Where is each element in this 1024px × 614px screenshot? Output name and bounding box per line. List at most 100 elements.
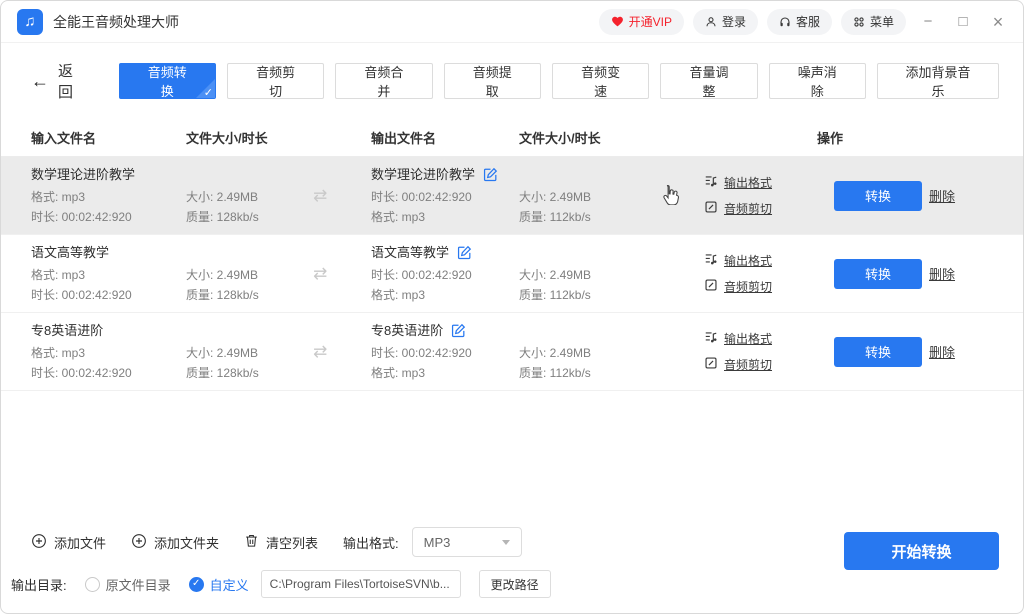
audio-cut-icon [704, 200, 718, 217]
output-file-name: 专8英语进阶 [371, 323, 443, 339]
content-spacer [1, 391, 1023, 523]
output-size-cell: 大小: 2.49MB 质量: 112kb/s [519, 345, 639, 381]
radio-unchecked-icon [85, 577, 100, 592]
output-file-cell: 专8英语进阶 时长: 00:02:42:920 格式: mp3 [371, 323, 519, 381]
output-format-link[interactable]: 输出格式 [704, 174, 772, 191]
table-row[interactable]: 数学理论进阶教学 格式: mp3 时长: 00:02:42:920 大小: 2.… [1, 157, 1023, 235]
delete-link[interactable]: 删除 [929, 189, 955, 204]
input-file-size: 大小: 2.49MB [186, 345, 309, 361]
service-label: 客服 [796, 13, 820, 30]
input-file-name: 专8英语进阶 [31, 323, 186, 339]
open-vip-button[interactable]: 开通VIP [599, 9, 684, 35]
vip-label: 开通VIP [629, 13, 672, 30]
edit-output-name-icon[interactable] [457, 245, 472, 260]
tab-audio-speed[interactable]: 音频变速 [552, 63, 649, 99]
plus-circle-icon [131, 533, 147, 552]
login-label: 登录 [722, 13, 746, 30]
audio-cut-link[interactable]: 音频剪切 [704, 200, 772, 217]
audio-cut-icon [704, 356, 718, 373]
output-format-select[interactable]: MP3 [412, 527, 522, 557]
tab-audio-convert[interactable]: 音频转换 [119, 63, 216, 99]
mouse-cursor-icon [662, 184, 681, 208]
row-operations: 输出格式 音频剪切 [704, 174, 772, 217]
maximize-button[interactable]: □ [950, 9, 976, 35]
table-row[interactable]: 专8英语进阶 格式: mp3 时长: 00:02:42:920 大小: 2.49… [1, 313, 1023, 391]
input-file-format: 格式: mp3 [31, 189, 186, 205]
menu-label: 菜单 [870, 13, 894, 30]
col-header-input-name: 输入文件名 [31, 128, 186, 147]
convert-button[interactable]: 转换 [834, 337, 922, 367]
custom-dir-radio[interactable]: 自定义 [189, 575, 249, 594]
output-format-icon [704, 252, 718, 269]
app-title: 全能王音频处理大师 [53, 12, 179, 32]
minimize-button[interactable]: − [915, 9, 941, 35]
output-file-quality: 质量: 112kb/s [519, 365, 639, 381]
input-file-cell: 数学理论进阶教学 格式: mp3 时长: 00:02:42:920 [31, 167, 186, 225]
output-format-link[interactable]: 输出格式 [704, 330, 772, 347]
chevron-down-icon [502, 540, 510, 545]
app-window: ♫ 全能王音频处理大师 开通VIP 登录 客服 菜单 − □ × [0, 0, 1024, 614]
convert-button[interactable]: 转换 [834, 259, 922, 289]
audio-cut-link[interactable]: 音频剪切 [704, 356, 772, 373]
col-header-actions: 操作 [704, 128, 1023, 147]
output-path-input[interactable] [261, 570, 461, 598]
grid-menu-icon [853, 16, 865, 28]
output-file-duration: 时长: 00:02:42:920 [371, 189, 519, 205]
tab-audio-merge[interactable]: 音频合并 [335, 63, 432, 99]
output-file-duration: 时长: 00:02:42:920 [371, 345, 519, 361]
close-button[interactable]: × [985, 9, 1011, 35]
tab-add-bgm[interactable]: 添加背景音乐 [877, 63, 999, 99]
output-file-size: 大小: 2.49MB [519, 267, 639, 283]
output-file-size: 大小: 2.49MB [519, 189, 639, 205]
output-size-cell: 大小: 2.49MB 质量: 112kb/s [519, 267, 639, 303]
input-size-cell: 大小: 2.49MB 质量: 128kb/s [186, 189, 309, 225]
music-note-glyph: ♫ [24, 13, 35, 30]
swap-arrows-icon: ⇄ [309, 186, 327, 206]
swap-arrows-icon: ⇄ [309, 342, 327, 362]
output-file-name: 语文高等教学 [371, 245, 449, 261]
clear-list-button[interactable]: 清空列表 [244, 533, 318, 552]
tab-audio-extract[interactable]: 音频提取 [444, 63, 541, 99]
output-file-quality: 质量: 112kb/s [519, 287, 639, 303]
input-file-name: 数学理论进阶教学 [31, 167, 186, 183]
table-row[interactable]: 语文高等教学 格式: mp3 时长: 00:02:42:920 大小: 2.49… [1, 235, 1023, 313]
input-file-cell: 专8英语进阶 格式: mp3 时长: 00:02:42:920 [31, 323, 186, 381]
add-folder-button[interactable]: 添加文件夹 [131, 533, 219, 552]
output-file-quality: 质量: 112kb/s [519, 209, 639, 225]
add-file-button[interactable]: 添加文件 [31, 533, 106, 552]
delete-link[interactable]: 删除 [929, 267, 955, 282]
back-button[interactable]: ← 返回 [31, 60, 87, 102]
input-file-quality: 质量: 128kb/s [186, 365, 309, 381]
vip-heart-icon [611, 15, 624, 28]
convert-button[interactable]: 转换 [834, 181, 922, 211]
input-file-format: 格式: mp3 [31, 345, 186, 361]
menu-button[interactable]: 菜单 [841, 9, 906, 35]
output-file-name: 数学理论进阶教学 [371, 167, 475, 183]
app-logo-icon: ♫ [17, 9, 43, 35]
output-format-value: MP3 [424, 535, 451, 550]
delete-link[interactable]: 删除 [929, 345, 955, 360]
audio-cut-link[interactable]: 音频剪切 [704, 278, 772, 295]
tab-list: 音频转换 音频剪切 音频合并 音频提取 音频变速 音量调整 噪声消除 添加背景音… [119, 63, 999, 99]
input-file-quality: 质量: 128kb/s [186, 209, 309, 225]
login-button[interactable]: 登录 [693, 9, 758, 35]
headset-icon [779, 16, 791, 28]
edit-output-name-icon[interactable] [451, 323, 466, 338]
start-convert-button[interactable]: 开始转换 [844, 532, 999, 570]
user-icon [705, 16, 717, 28]
output-format-label: 输出格式: [343, 533, 399, 552]
original-dir-radio[interactable]: 原文件目录 [85, 575, 171, 594]
plus-circle-icon [31, 533, 47, 552]
output-file-cell: 数学理论进阶教学 时长: 00:02:42:920 格式: mp3 [371, 167, 519, 225]
col-header-output-size: 文件大小/时长 [519, 128, 704, 147]
change-path-button[interactable]: 更改路径 [479, 570, 551, 598]
input-file-format: 格式: mp3 [31, 267, 186, 283]
tab-audio-cut[interactable]: 音频剪切 [227, 63, 324, 99]
titlebar: ♫ 全能王音频处理大师 开通VIP 登录 客服 菜单 − □ × [1, 1, 1023, 43]
edit-output-name-icon[interactable] [483, 167, 498, 182]
tab-volume-adjust[interactable]: 音量调整 [660, 63, 757, 99]
output-format-link[interactable]: 输出格式 [704, 252, 772, 269]
customer-service-button[interactable]: 客服 [767, 9, 832, 35]
tab-noise-removal[interactable]: 噪声消除 [769, 63, 866, 99]
swap-arrows-icon: ⇄ [309, 264, 327, 284]
